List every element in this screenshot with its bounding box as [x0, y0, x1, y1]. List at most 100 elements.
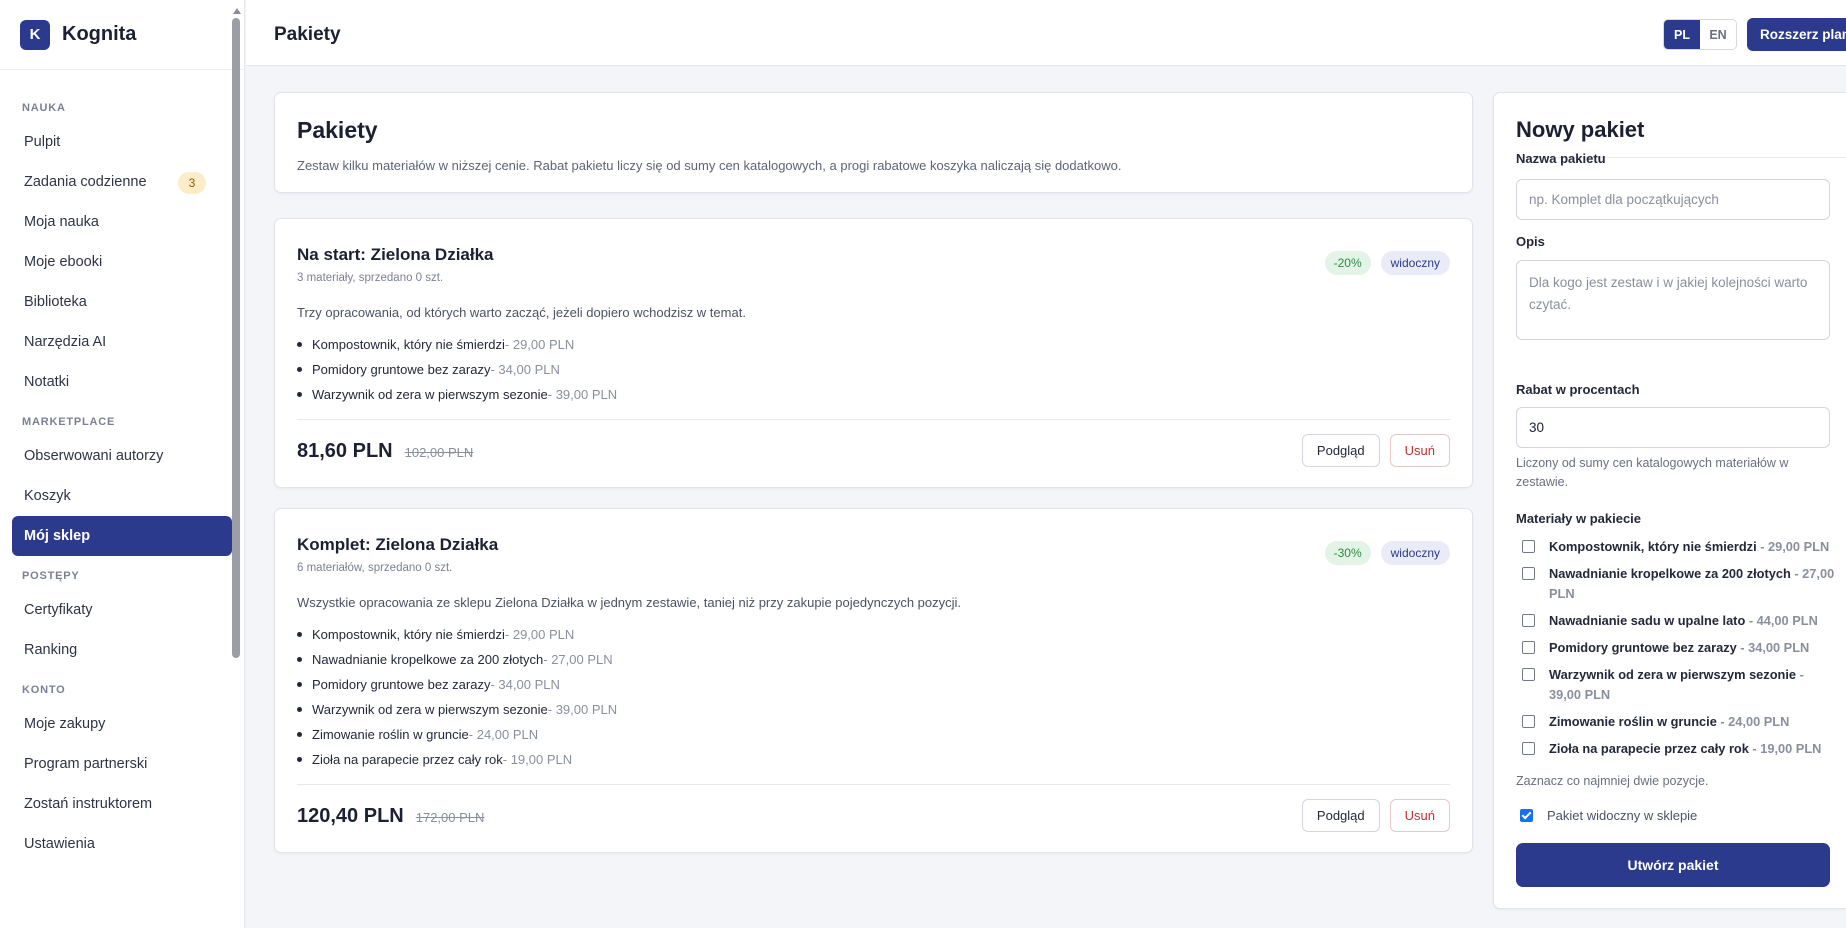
- item-price: - 29,00 PLN: [504, 627, 575, 642]
- visible-checkbox-label: Pakiet widoczny w sklepie: [1547, 808, 1698, 823]
- sidebar-item[interactable]: Ustawienia: [12, 824, 232, 864]
- visible-checkbox-row[interactable]: Pakiet widoczny w sklepie: [1516, 808, 1697, 823]
- bundle-badges: -20% widoczny: [1324, 251, 1450, 275]
- sidebar-item[interactable]: Biblioteka: [12, 282, 232, 322]
- sidebar-item[interactable]: Moja nauka: [12, 202, 232, 242]
- preview-button[interactable]: Podgląd: [1301, 799, 1380, 832]
- scroll-up-arrow-icon[interactable]: [233, 8, 241, 14]
- item-price: - 39,00 PLN: [547, 702, 618, 717]
- new-bundle-panel: Nowy pakiet Nazwa pakietu np. Komplet dl…: [1493, 92, 1846, 909]
- delete-button[interactable]: Usuń: [1389, 799, 1450, 832]
- material-checkbox-row[interactable]: Warzywnik od zera w pierwszym sezonie - …: [1516, 665, 1836, 705]
- material-checkbox[interactable]: [1522, 614, 1535, 627]
- material-checkbox[interactable]: [1522, 715, 1535, 728]
- scroll-thumb[interactable]: [232, 18, 240, 658]
- sidebar-item-label: Ustawienia: [24, 836, 95, 852]
- sidebar-item[interactable]: Narzędzia AI: [12, 322, 232, 362]
- material-name: Warzywnik od zera w pierwszym sezonie: [1549, 667, 1797, 682]
- bundle-actions: Podgląd Usuń: [1301, 799, 1450, 832]
- bundle-price-old: 102,00 PLN: [404, 445, 474, 460]
- item-name: Zioła na parapecie przez cały rok: [312, 752, 503, 767]
- material-name: Zioła na parapecie przez cały rok: [1549, 741, 1749, 756]
- preview-button[interactable]: Podgląd: [1301, 434, 1380, 467]
- discount-hint: Liczony od sumy cen katalogowych materia…: [1516, 456, 1789, 489]
- material-label: Nawadnianie kropelkowe za 200 złotych - …: [1549, 564, 1836, 604]
- item-price: - 34,00 PLN: [490, 677, 560, 692]
- delete-button[interactable]: Usuń: [1389, 434, 1450, 467]
- material-checkbox-row[interactable]: Pomidory gruntowe bez zarazy - 34,00 PLN: [1516, 638, 1836, 658]
- lang-pl-button[interactable]: PL: [1664, 20, 1700, 49]
- bundle-title: Komplet: Zielona Działka: [297, 535, 499, 554]
- item-name: Pomidory gruntowe bez zarazy: [312, 362, 491, 377]
- bundle-description: Wszystkie opracowania ze sklepu Zielona …: [297, 595, 962, 610]
- material-checkbox[interactable]: [1522, 540, 1535, 553]
- material-label: Warzywnik od zera w pierwszym sezonie - …: [1549, 665, 1836, 705]
- lang-en-button[interactable]: EN: [1700, 20, 1736, 49]
- intro-title: Pakiety: [297, 117, 378, 143]
- material-price: - 24,00 PLN: [1716, 714, 1790, 729]
- item-price: - 34,00 PLN: [490, 362, 560, 377]
- sidebar-item[interactable]: Notatki: [12, 362, 232, 402]
- item-name: Kompostownik, który nie śmierdzi: [312, 627, 505, 642]
- materials-checklist: Kompostownik, który nie śmierdzi - 29,00…: [1516, 537, 1836, 766]
- item-price: - 24,00 PLN: [468, 727, 539, 742]
- sidebar-nav: NAUKA Pulpit Zadania codzienne 3 Moja nauka M…: [0, 70, 244, 864]
- item-name: Kompostownik, który nie śmierdzi: [312, 337, 505, 352]
- sidebar-item-label: Pulpit: [24, 134, 61, 150]
- bundle-name-input[interactable]: np. Komplet dla początkujących: [1516, 179, 1830, 220]
- discount-input[interactable]: 30: [1516, 407, 1830, 448]
- list-item: Zioła na parapecie przez cały rok - 19,0…: [297, 747, 617, 772]
- create-bundle-button[interactable]: Utwórz pakiet: [1516, 843, 1830, 887]
- sidebar-item-label: Moja nauka: [24, 214, 99, 230]
- item-price: - 19,00 PLN: [502, 752, 573, 767]
- material-label: Nawadnianie sadu w upalne lato - 44,00 P…: [1549, 611, 1818, 631]
- material-checkbox-row[interactable]: Kompostownik, który nie śmierdzi - 29,00…: [1516, 537, 1836, 557]
- item-name: Zimowanie roślin w gruncie: [312, 727, 469, 742]
- sidebar-item[interactable]: Moje zakupy: [12, 704, 232, 744]
- brand[interactable]: K Kognita: [0, 0, 244, 70]
- upgrade-plan-button[interactable]: Rozszerz plan: [1747, 18, 1846, 51]
- sidebar-item[interactable]: Ranking: [12, 630, 232, 670]
- item-price: - 39,00 PLN: [547, 387, 618, 402]
- item-name: Pomidory gruntowe bez zarazy: [312, 677, 491, 692]
- list-item: Pomidory gruntowe bez zarazy - 34,00 PLN: [297, 672, 617, 697]
- item-name: Warzywnik od zera w pierwszym sezonie: [312, 702, 548, 717]
- item-price: - 29,00 PLN: [504, 337, 575, 352]
- description-textarea[interactable]: Dla kogo jest zestaw i w jakiej kolejnoś…: [1516, 260, 1830, 340]
- sidebar-item[interactable]: Certyfikaty: [12, 590, 232, 630]
- bundle-badges: -30% widoczny: [1324, 541, 1450, 565]
- material-checkbox[interactable]: [1522, 742, 1535, 755]
- material-checkbox[interactable]: [1522, 567, 1535, 580]
- material-checkbox-row[interactable]: Zioła na parapecie przez cały rok - 19,0…: [1516, 739, 1836, 759]
- item-price: - 27,00 PLN: [543, 652, 613, 667]
- sidebar-scrollbar[interactable]: [232, 8, 242, 928]
- nav-section-heading: POSTĘPY: [22, 570, 80, 582]
- list-item: Kompostownik, który nie śmierdzi - 29,00…: [297, 622, 617, 647]
- material-checkbox[interactable]: [1522, 668, 1535, 681]
- visible-checkbox[interactable]: [1520, 809, 1533, 822]
- bundle-price-current: 81,60 PLN: [297, 440, 393, 462]
- list-item: Warzywnik od zera w pierwszym sezonie - …: [297, 697, 617, 722]
- sidebar-item-label: Notatki: [24, 374, 70, 390]
- sidebar-item[interactable]: Obserwowani autorzy: [12, 436, 232, 476]
- sidebar-item[interactable]: Program partnerski: [12, 744, 232, 784]
- sidebar-item-label: Biblioteka: [24, 294, 87, 310]
- material-price: - 34,00 PLN: [1736, 640, 1810, 655]
- sidebar-item-label: Obserwowani autorzy: [24, 448, 164, 464]
- list-item: Zimowanie roślin w gruncie - 24,00 PLN: [297, 722, 617, 747]
- material-checkbox-row[interactable]: Nawadnianie sadu w upalne lato - 44,00 P…: [1516, 611, 1836, 631]
- sidebar-item[interactable]: Pulpit: [12, 122, 232, 162]
- list-item: Warzywnik od zera w pierwszym sezonie - …: [297, 382, 617, 407]
- material-checkbox[interactable]: [1522, 641, 1535, 654]
- sidebar-item[interactable]: Mój sklep: [12, 516, 232, 556]
- sidebar-item[interactable]: Moje ebooki: [12, 242, 232, 282]
- material-checkbox-row[interactable]: Zimowanie roślin w gruncie - 24,00 PLN: [1516, 712, 1836, 732]
- sidebar-item[interactable]: Zadania codzienne 3: [12, 162, 232, 202]
- sidebar-item-label: Mój sklep: [24, 528, 91, 544]
- material-price: - 29,00 PLN: [1756, 539, 1830, 554]
- sidebar-item[interactable]: Koszyk: [12, 476, 232, 516]
- sidebar: K Kognita NAUKA Pulpit Zadania codzienne 3 M…: [0, 0, 245, 928]
- sidebar-item[interactable]: Zostań instruktorem: [12, 784, 232, 824]
- material-label: Zioła na parapecie przez cały rok - 19,0…: [1549, 739, 1821, 759]
- material-checkbox-row[interactable]: Nawadnianie kropelkowe za 200 złotych - …: [1516, 564, 1836, 604]
